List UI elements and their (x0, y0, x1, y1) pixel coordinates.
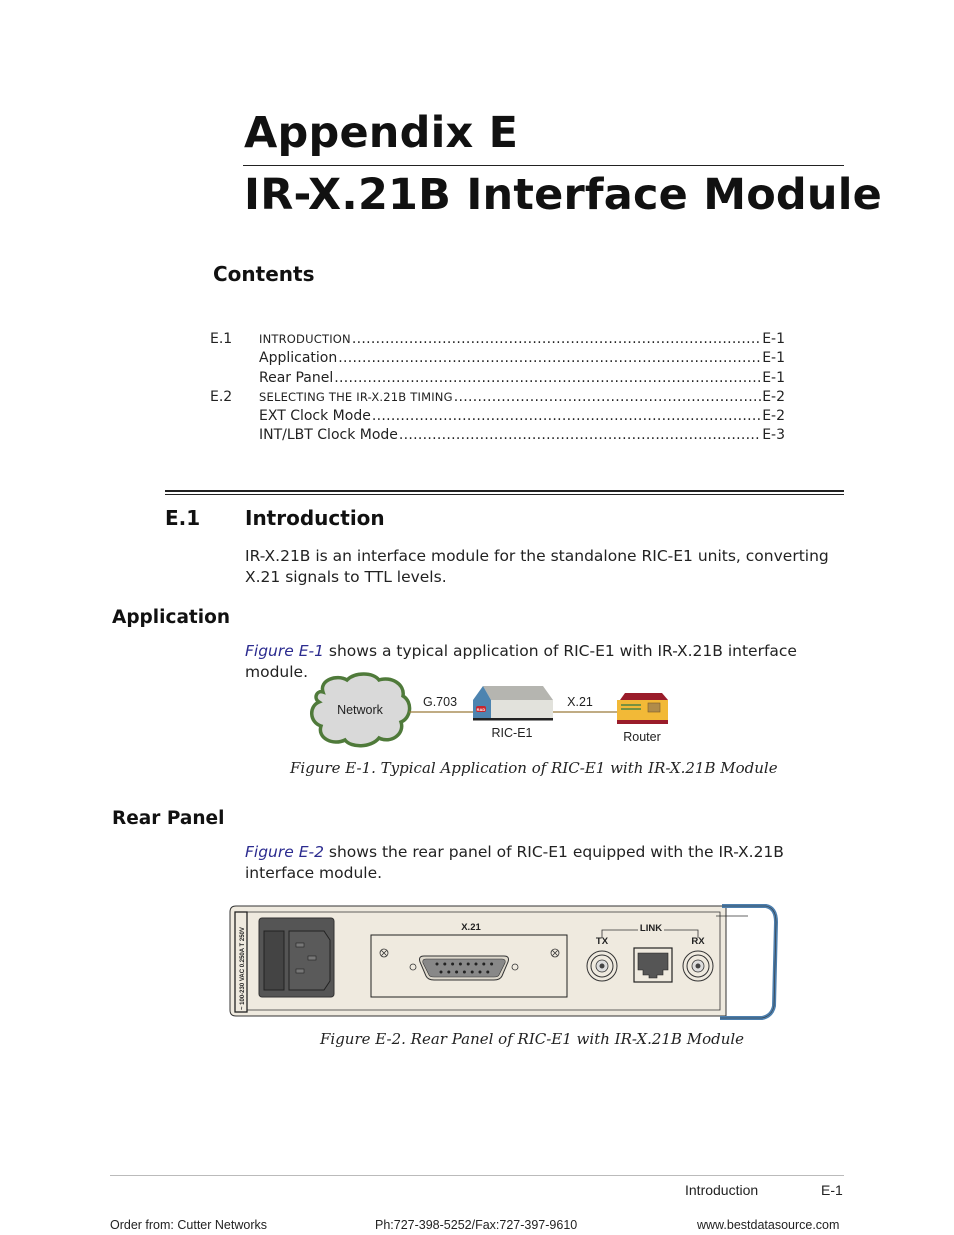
router-icon (617, 693, 668, 724)
tx-bnc-connector-icon[interactable] (586, 950, 618, 982)
toc-entry-label: Application (259, 350, 338, 367)
phone-fax-text: Ph:727-398-5252/Fax:727-397-9610 (375, 1218, 578, 1232)
x21-port-label: X.21 (461, 922, 481, 933)
link-label: LINK (640, 923, 662, 934)
toc-entry-label: Introduction (259, 332, 351, 346)
toc-leader-dots (399, 426, 761, 445)
footer-divider (110, 1175, 844, 1176)
rear-panel-text: shows the rear panel of RIC-E1 equipped … (245, 843, 784, 882)
footer-page-number: E-1 (821, 1182, 843, 1198)
intro-paragraph: IR-X.21B is an interface module for the … (245, 547, 829, 586)
db15-pin (478, 970, 482, 974)
router-label: Router (623, 730, 661, 744)
g703-label: G.703 (423, 695, 457, 709)
toc-leader-dots (338, 349, 761, 368)
db15-pin (482, 962, 486, 966)
rear-panel-heading: Rear Panel (112, 808, 225, 829)
toc-entry[interactable]: INT/LBT Clock Mode E-3 (210, 426, 785, 445)
contents-heading: Contents (213, 262, 315, 286)
toc-entry[interactable]: E.1 Introduction E-1 (210, 330, 785, 349)
db15-pin (439, 970, 443, 974)
order-from-text: Order from: Cutter Networks (110, 1218, 267, 1232)
db15-pin (443, 962, 447, 966)
title-divider (243, 165, 844, 166)
db15-pin (447, 970, 451, 974)
figure-e1-caption: Figure E-1. Typical Application of RIC-E… (290, 759, 778, 777)
section-divider-thin (165, 494, 844, 495)
module-title: IR-X.21B Interface Module (244, 170, 883, 220)
network-label: Network (337, 703, 384, 717)
toc-entry-page: E-1 (762, 369, 785, 386)
toc-leader-dots (372, 407, 761, 426)
section-title: Introduction (245, 506, 385, 530)
application-diagram: Network G.703 RAD RIC-E1 X.21 Router (310, 672, 668, 748)
appendix-title: Appendix E (244, 108, 519, 158)
toc-entry-page: E-1 (762, 331, 785, 347)
db15-pin (474, 962, 478, 966)
db15-pin (470, 970, 474, 974)
website-link[interactable]: www.bestdatasource.com (697, 1218, 839, 1232)
section-divider (165, 490, 844, 492)
toc-entry-label: Rear Panel (259, 369, 334, 386)
toc-entry[interactable]: Application E-1 (210, 349, 785, 368)
toc-leader-dots (454, 388, 761, 407)
figure-e1-link[interactable]: Figure E-1 (245, 642, 324, 660)
application-heading: Application (112, 607, 231, 628)
toc-entry-page: E-2 (762, 408, 785, 425)
db15-pin (462, 970, 466, 974)
db15-pin (466, 962, 470, 966)
rear-panel-diagram: ~ 100-230 VAC 0.250A T 250V X.21 LINK TX… (229, 904, 779, 1020)
db15-connector-icon[interactable] (409, 955, 519, 981)
table-of-contents: E.1IntroductionE-1ApplicationE-1Rear Pan… (210, 330, 785, 446)
toc-leader-dots (334, 369, 761, 388)
db15-pin (458, 962, 462, 966)
ric-e1-device-icon: RAD (473, 686, 553, 721)
screw-icon (550, 948, 560, 958)
db15-pin (435, 962, 439, 966)
toc-entry-number: E.1 (210, 331, 233, 347)
figure-e2-link[interactable]: Figure E-2 (245, 843, 324, 861)
figure-e2-caption: Figure E-2. Rear Panel of RIC-E1 with IR… (320, 1030, 745, 1048)
screw-icon (379, 948, 389, 958)
tx-label: TX (596, 936, 609, 947)
toc-entry-page: E-1 (762, 350, 785, 367)
db15-pin (486, 970, 490, 974)
power-rating-text: ~ 100-230 VAC 0.250A T 250V (240, 927, 246, 1010)
db15-pin (455, 970, 459, 974)
rad-logo: RAD (477, 707, 486, 712)
toc-entry-page: E-2 (762, 388, 785, 405)
toc-entry[interactable]: EXT Clock Mode E-2 (210, 407, 785, 426)
power-inlet-icon (258, 917, 335, 998)
rx-bnc-connector-icon[interactable] (682, 950, 714, 982)
rear-panel-paragraph: Figure E-2 shows the rear panel of RIC-E… (245, 842, 845, 884)
toc-entry-label: EXT Clock Mode (259, 408, 371, 425)
db15-pin (490, 962, 494, 966)
section-number: E.1 (165, 506, 201, 530)
toc-entry-label: INT/LBT Clock Mode (259, 427, 398, 444)
rx-label: RX (691, 936, 705, 947)
toc-leader-dots (352, 330, 761, 349)
db15-pin (451, 962, 455, 966)
footer-section-name: Introduction (685, 1182, 759, 1198)
toc-entry-page: E-3 (762, 427, 785, 444)
ric-e1-label: RIC-E1 (492, 726, 533, 740)
toc-entry[interactable]: E.2 Selecting the IR-X.21B Timing E-2 (210, 388, 785, 407)
rj45-connector-icon[interactable] (633, 947, 673, 983)
x21-label: X.21 (567, 695, 593, 709)
toc-entry-label: Selecting the IR-X.21B Timing (259, 389, 453, 404)
toc-entry[interactable]: Rear Panel E-1 (210, 369, 785, 388)
toc-entry-number: E.2 (210, 388, 233, 405)
